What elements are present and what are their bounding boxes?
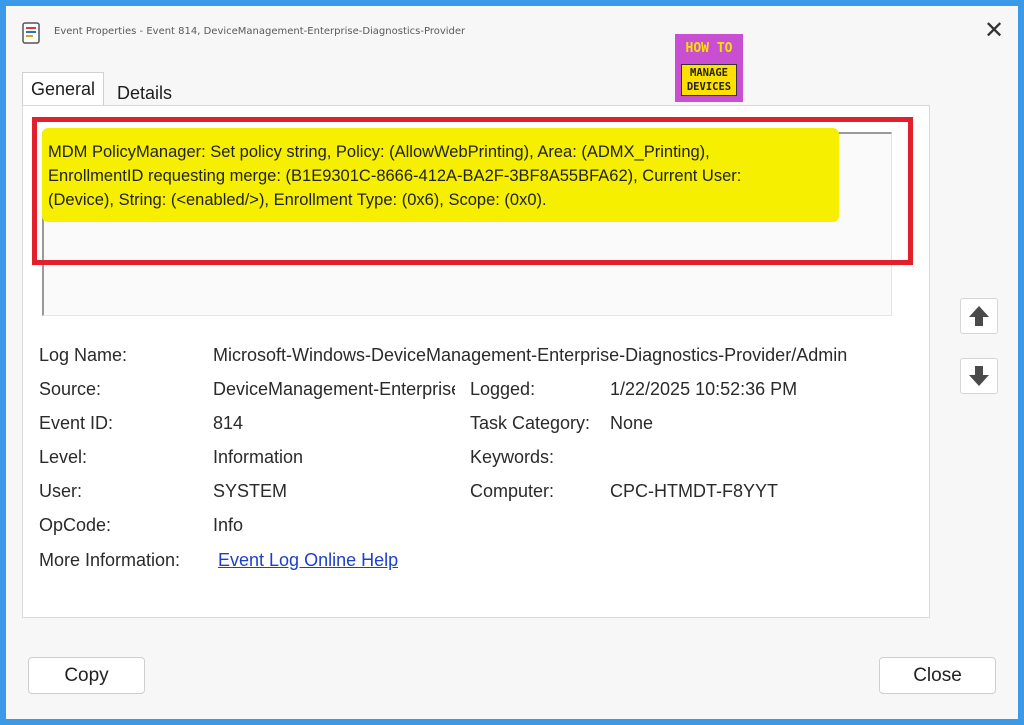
task-category-label: Task Category: <box>470 413 591 433</box>
logged-label: Logged: <box>470 379 536 399</box>
keywords-value <box>610 445 900 469</box>
red-annotation-box <box>32 117 913 265</box>
event-id-label: Event ID: <box>39 413 114 433</box>
logo-line3: DEVICES <box>686 81 732 93</box>
task-category-value: None <box>610 413 654 433</box>
arrow-up-icon <box>961 306 997 337</box>
event-log-online-help-link[interactable]: Event Log Online Help <box>218 548 398 572</box>
logo-line2: MANAGE <box>690 67 728 79</box>
previous-event-button[interactable] <box>960 298 998 334</box>
logo-box: MANAGE DEVICES <box>681 64 737 96</box>
user-value: SYSTEM <box>213 481 288 501</box>
level-label: Level: <box>39 447 88 467</box>
source-label: Source: <box>39 379 102 399</box>
user-label: User: <box>39 481 83 501</box>
copy-button[interactable]: Copy <box>28 657 145 694</box>
next-event-button[interactable] <box>960 358 998 394</box>
source-value: DeviceManagement-Enterprise-Diagnostics-… <box>213 379 455 399</box>
event-viewer-icon <box>22 22 40 44</box>
window-title: Event Properties - Event 814, DeviceMana… <box>54 26 466 37</box>
tab-general[interactable]: General <box>22 72 105 106</box>
how-to-manage-devices-logo: HOW TO MANAGE DEVICES <box>675 34 743 102</box>
log-name-value: Microsoft-Windows-DeviceManagement-Enter… <box>213 345 848 365</box>
opcode-value: Info <box>213 515 244 535</box>
opcode-label: OpCode: <box>39 515 112 535</box>
close-button[interactable]: Close <box>879 657 996 694</box>
close-icon[interactable]: ✕ <box>982 18 1006 42</box>
logged-value: 1/22/2025 10:52:36 PM <box>610 379 798 399</box>
arrow-down-icon <box>961 366 997 397</box>
logo-line1: HOW TO <box>685 41 733 56</box>
level-value: Information <box>213 447 304 467</box>
computer-label: Computer: <box>470 481 555 501</box>
keywords-label: Keywords: <box>470 447 555 467</box>
computer-value: CPC-HTMDT-F8YYT <box>610 481 778 501</box>
more-information-label: More Information: <box>39 550 181 570</box>
event-id-value: 814 <box>213 413 244 433</box>
log-name-label: Log Name: <box>39 345 128 365</box>
